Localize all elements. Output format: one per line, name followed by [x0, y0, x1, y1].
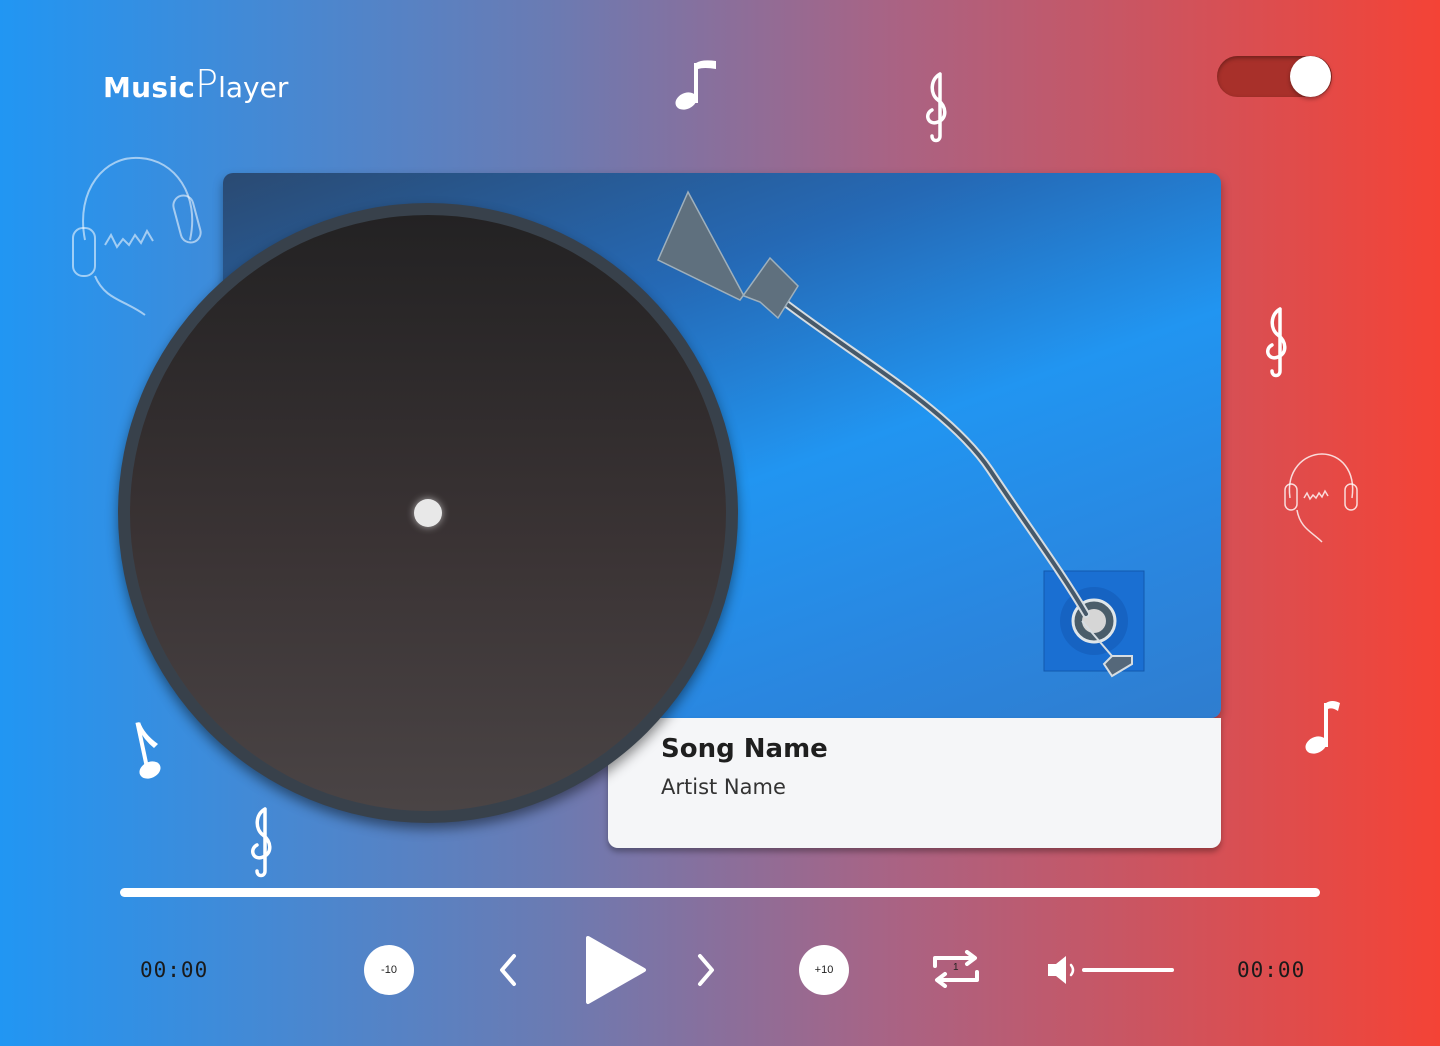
rewind-10-label: -10: [381, 964, 397, 976]
forward-10-button[interactable]: +10: [799, 945, 849, 995]
volume-icon[interactable]: [1046, 954, 1082, 986]
play-icon[interactable]: [584, 934, 648, 1006]
rewind-10-button[interactable]: -10: [364, 945, 414, 995]
repeat-count: 1: [953, 962, 959, 973]
tonearm-shaft: [782, 300, 1088, 616]
progress-bar[interactable]: [120, 888, 1320, 897]
tonearm-headshell: [657, 190, 799, 320]
volume-slider[interactable]: [1082, 968, 1174, 972]
current-time: 00:00: [140, 958, 209, 982]
total-time: 00:00: [1237, 958, 1306, 982]
forward-10-label: +10: [814, 964, 834, 976]
next-icon[interactable]: [694, 952, 718, 988]
prev-icon[interactable]: [496, 952, 520, 988]
repeat-button[interactable]: 1: [929, 950, 983, 988]
tonearm-outline: [780, 298, 1090, 618]
